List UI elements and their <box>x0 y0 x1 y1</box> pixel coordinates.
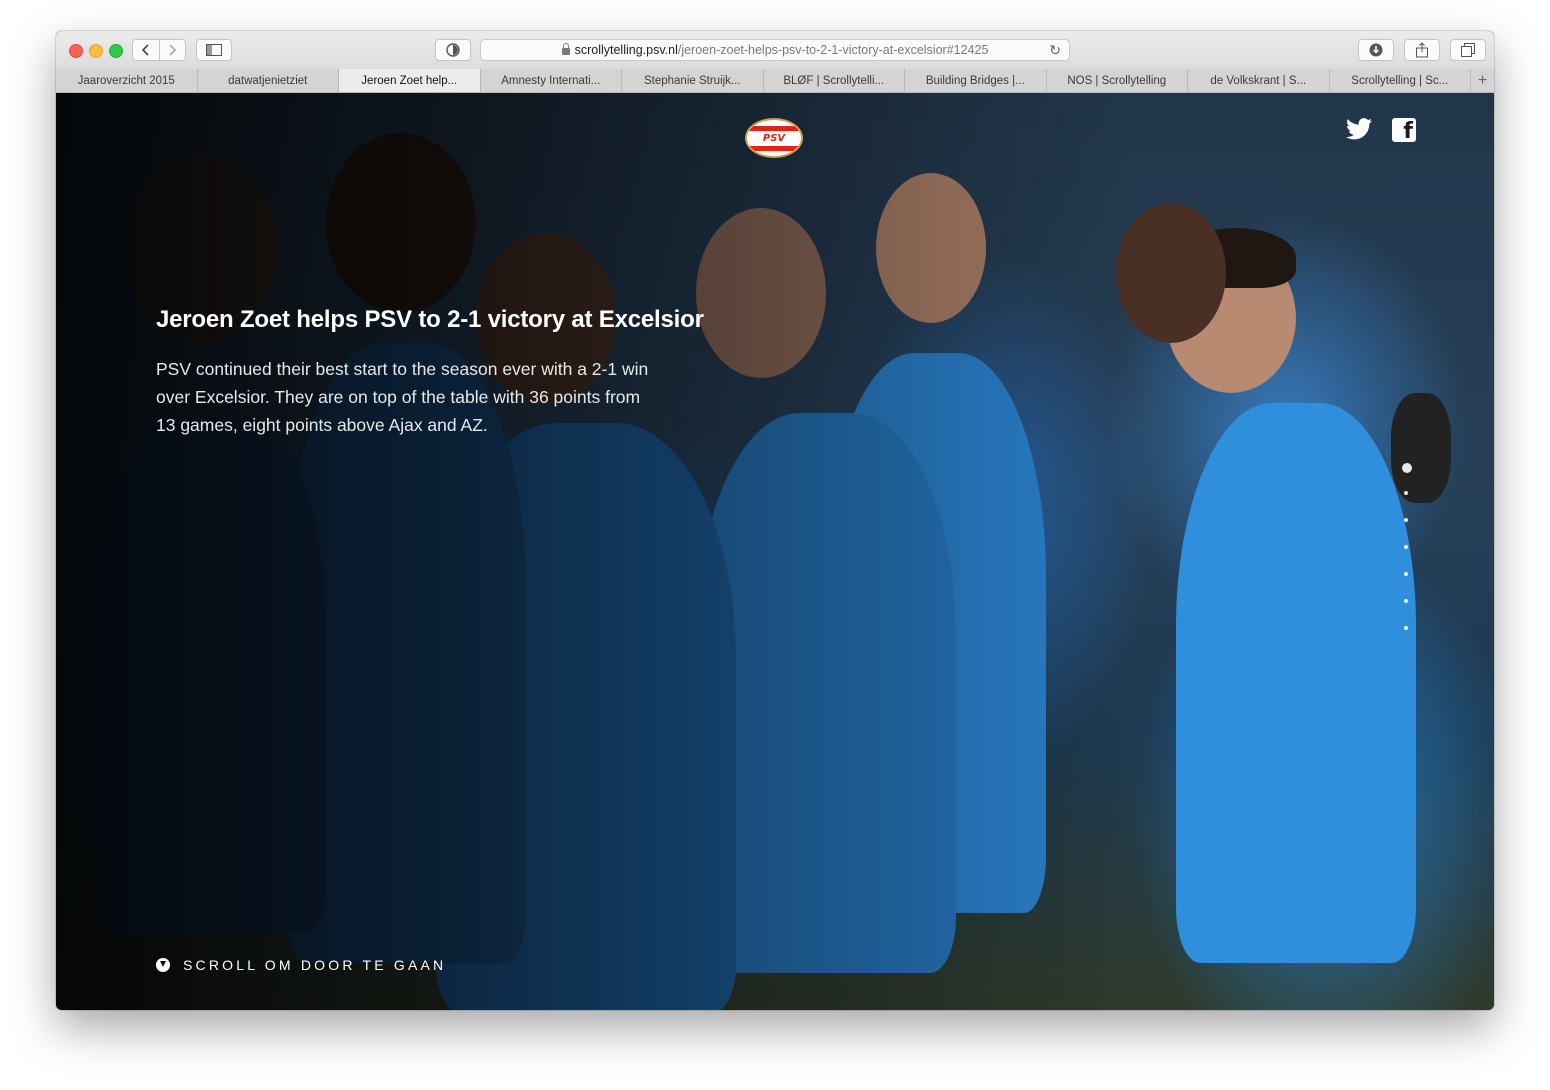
section-dot[interactable] <box>1404 626 1408 630</box>
url-path: /jeroen-zoet-helps-psv-to-2-1-victory-at… <box>677 43 989 57</box>
twitter-icon[interactable] <box>1346 118 1372 144</box>
hero-shade <box>56 93 1494 1010</box>
browser-tab[interactable]: Amnesty Internati... <box>481 69 622 92</box>
tabs-icon <box>1461 43 1475 57</box>
facebook-icon[interactable]: f <box>1392 118 1418 144</box>
chevron-left-icon <box>141 44 149 56</box>
close-window-button[interactable] <box>69 44 83 58</box>
section-navigation <box>1402 463 1412 653</box>
psv-logo[interactable]: PSV <box>745 118 803 158</box>
tab-strip: Jaaroverzicht 2015 datwatjenietziet Jero… <box>56 69 1494 93</box>
lock-icon <box>561 42 570 55</box>
browser-tab[interactable]: BLØF | Scrollytelli... <box>764 69 905 92</box>
sidebar-toggle-button[interactable] <box>196 39 232 61</box>
shield-button[interactable] <box>435 39 471 61</box>
shield-icon <box>446 43 460 57</box>
section-dot[interactable] <box>1404 491 1408 495</box>
new-tab-button[interactable]: + <box>1471 69 1494 92</box>
browser-tab[interactable]: Building Bridges |... <box>905 69 1047 92</box>
download-icon <box>1369 43 1383 57</box>
scroll-hint[interactable]: SCROLL OM DOOR TE GAAN <box>156 957 446 973</box>
article-headline: Jeroen Zoet helps PSV to 2-1 victory at … <box>156 306 704 333</box>
article-intro: PSV continued their best start to the se… <box>156 359 649 435</box>
hero-image: PSV f Jeroen Zoet helps PSV to 2-1 victo… <box>56 93 1494 1010</box>
reload-icon[interactable]: ↻ <box>1049 42 1061 59</box>
scroll-hint-label: SCROLL OM DOOR TE GAAN <box>183 957 447 973</box>
section-dot-active[interactable] <box>1402 463 1412 473</box>
browser-tab[interactable]: Stephanie Struijk... <box>622 69 764 92</box>
browser-tab[interactable]: datwatjenietziet <box>198 69 339 92</box>
browser-tab[interactable]: Scrollytelling | Sc... <box>1330 69 1471 92</box>
browser-tab-active[interactable]: Jeroen Zoet help... <box>339 69 481 92</box>
browser-toolbar: scrollytelling.psv.nl/jeroen-zoet-helps-… <box>56 31 1494 70</box>
zoom-window-button[interactable] <box>109 44 123 58</box>
browser-window: scrollytelling.psv.nl/jeroen-zoet-helps-… <box>56 31 1494 1010</box>
arrow-down-circle-icon <box>156 958 170 972</box>
minimize-window-button[interactable] <box>89 44 103 58</box>
browser-tab[interactable]: Jaaroverzicht 2015 <box>56 69 198 92</box>
downloads-button[interactable] <box>1358 39 1394 61</box>
tab-overview-button[interactable] <box>1450 39 1486 61</box>
browser-tab[interactable]: de Volkskrant | S... <box>1188 69 1330 92</box>
section-dot[interactable] <box>1404 599 1408 603</box>
browser-tab[interactable]: NOS | Scrollytelling <box>1047 69 1188 92</box>
section-dot[interactable] <box>1404 518 1408 522</box>
nav-button-group <box>132 39 186 61</box>
chevron-right-icon <box>169 44 177 56</box>
address-bar[interactable]: scrollytelling.psv.nl/jeroen-zoet-helps-… <box>480 39 1070 61</box>
section-dot[interactable] <box>1404 545 1408 549</box>
url-domain: scrollytelling.psv.nl <box>574 43 678 57</box>
share-icon <box>1416 42 1428 58</box>
section-dot[interactable] <box>1404 572 1408 576</box>
forward-button[interactable] <box>160 40 186 60</box>
sidebar-icon <box>206 44 222 56</box>
back-button[interactable] <box>133 40 159 60</box>
share-button[interactable] <box>1404 39 1440 61</box>
